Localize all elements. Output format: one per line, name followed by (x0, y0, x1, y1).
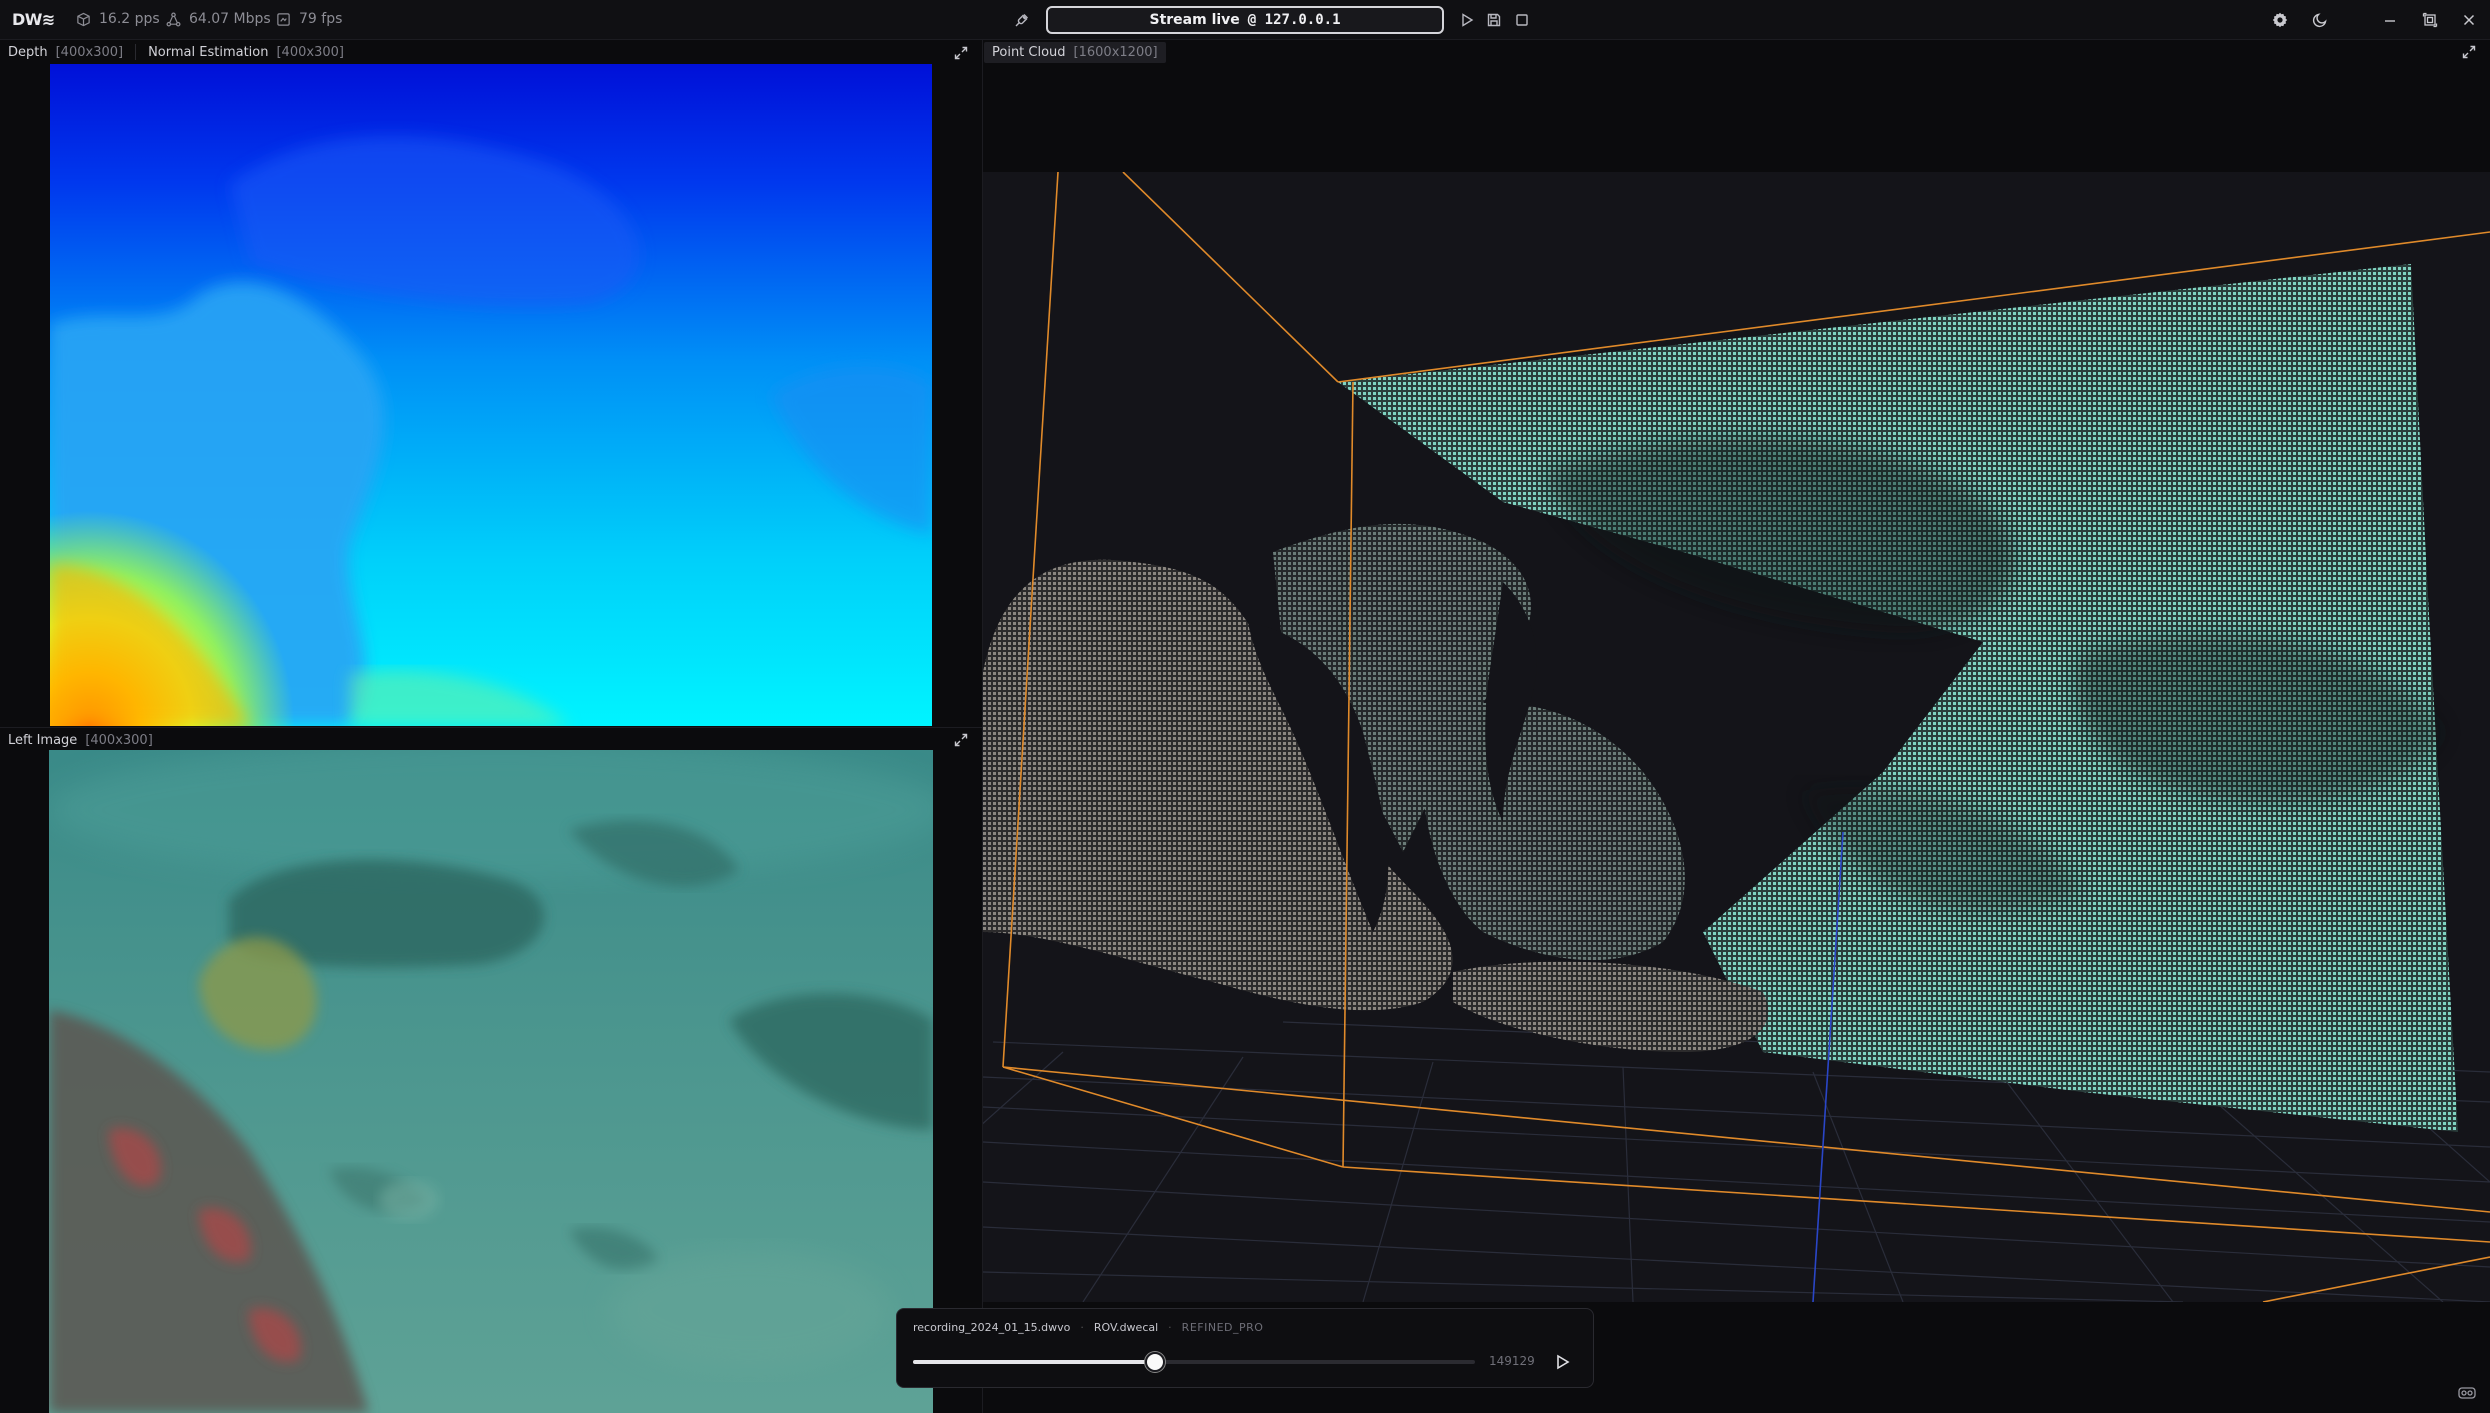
recording-info: recording_2024_01_15.dwvo · ROV.dwecal ·… (913, 1321, 1264, 1334)
tab-point-cloud[interactable]: Point Cloud [1600x1200] (984, 41, 1166, 63)
dark-mode-moon-icon[interactable] (2310, 10, 2330, 30)
tab-depth[interactable]: Depth [400x300] (8, 45, 123, 60)
left-camera-image[interactable] (49, 750, 933, 1413)
close-icon[interactable] (2459, 10, 2479, 30)
vr-headset-icon[interactable] (2458, 1385, 2476, 1399)
points-rate-stat: 16.2 pps (76, 11, 160, 27)
maximize-icon[interactable] (2420, 10, 2440, 30)
stream-status-button[interactable]: Stream live @ 127.0.0.1 (1046, 6, 1444, 34)
left-image-panel-tabs: Left Image [400x300] (8, 728, 153, 752)
settings-gear-icon[interactable] (2270, 10, 2290, 30)
timeline-progress (913, 1360, 1155, 1364)
recording-filename: recording_2024_01_15.dwvo (913, 1321, 1071, 1334)
frame-icon (277, 12, 290, 26)
fps-value: 79 fps (299, 11, 343, 27)
depth-mode: REFINED_PRO (1181, 1321, 1264, 1334)
depth-map-view[interactable] (50, 64, 932, 726)
playback-controls: recording_2024_01_15.dwvo · ROV.dwecal ·… (896, 1308, 1594, 1388)
frame-counter: 149129 (1489, 1354, 1535, 1368)
tab-normal-estimation[interactable]: Normal Estimation [400x300] (148, 45, 344, 60)
timeline-slider[interactable] (913, 1352, 1475, 1372)
points-rate-value: 16.2 pps (99, 11, 160, 27)
expand-depth-icon[interactable] (954, 45, 970, 61)
stream-status-label: Stream live (1149, 12, 1240, 28)
depth-panel-tabs: Depth [400x300] Normal Estimation [400x300… (8, 40, 344, 64)
minimize-icon[interactable] (2380, 10, 2400, 30)
timeline-handle[interactable] (1144, 1352, 1165, 1372)
play-icon[interactable] (1457, 10, 1477, 30)
play-icon (1557, 1354, 1570, 1370)
tab-left-image[interactable]: Left Image [400x300] (8, 733, 153, 748)
point-cloud-3d-view[interactable] (983, 172, 2490, 1302)
calibration-filename: ROV.dwecal (1093, 1321, 1159, 1334)
save-icon[interactable] (1484, 10, 1504, 30)
disconnect-plug-icon[interactable] (1012, 10, 1032, 30)
stream-address: @ 127.0.0.1 (1247, 12, 1341, 28)
bandwidth-value: 64.07 Mbps (189, 11, 271, 27)
bandwidth-stat: 64.07 Mbps (166, 11, 271, 27)
app-logo: DW≋ (12, 10, 55, 29)
cube-icon (77, 12, 90, 26)
expand-point-cloud-icon[interactable] (2462, 44, 2478, 60)
play-button[interactable] (1551, 1351, 1573, 1373)
fps-stat: 79 fps (276, 11, 342, 27)
stop-icon[interactable] (1512, 10, 1532, 30)
expand-left-image-icon[interactable] (954, 732, 970, 748)
top-bar: DW≋ 16.2 pps 64.07 Mbps 79 fps Stream li… (0, 0, 2490, 40)
point-cloud-panel-tabs: Point Cloud [1600x1200] (984, 40, 1166, 64)
network-icon (166, 12, 181, 26)
